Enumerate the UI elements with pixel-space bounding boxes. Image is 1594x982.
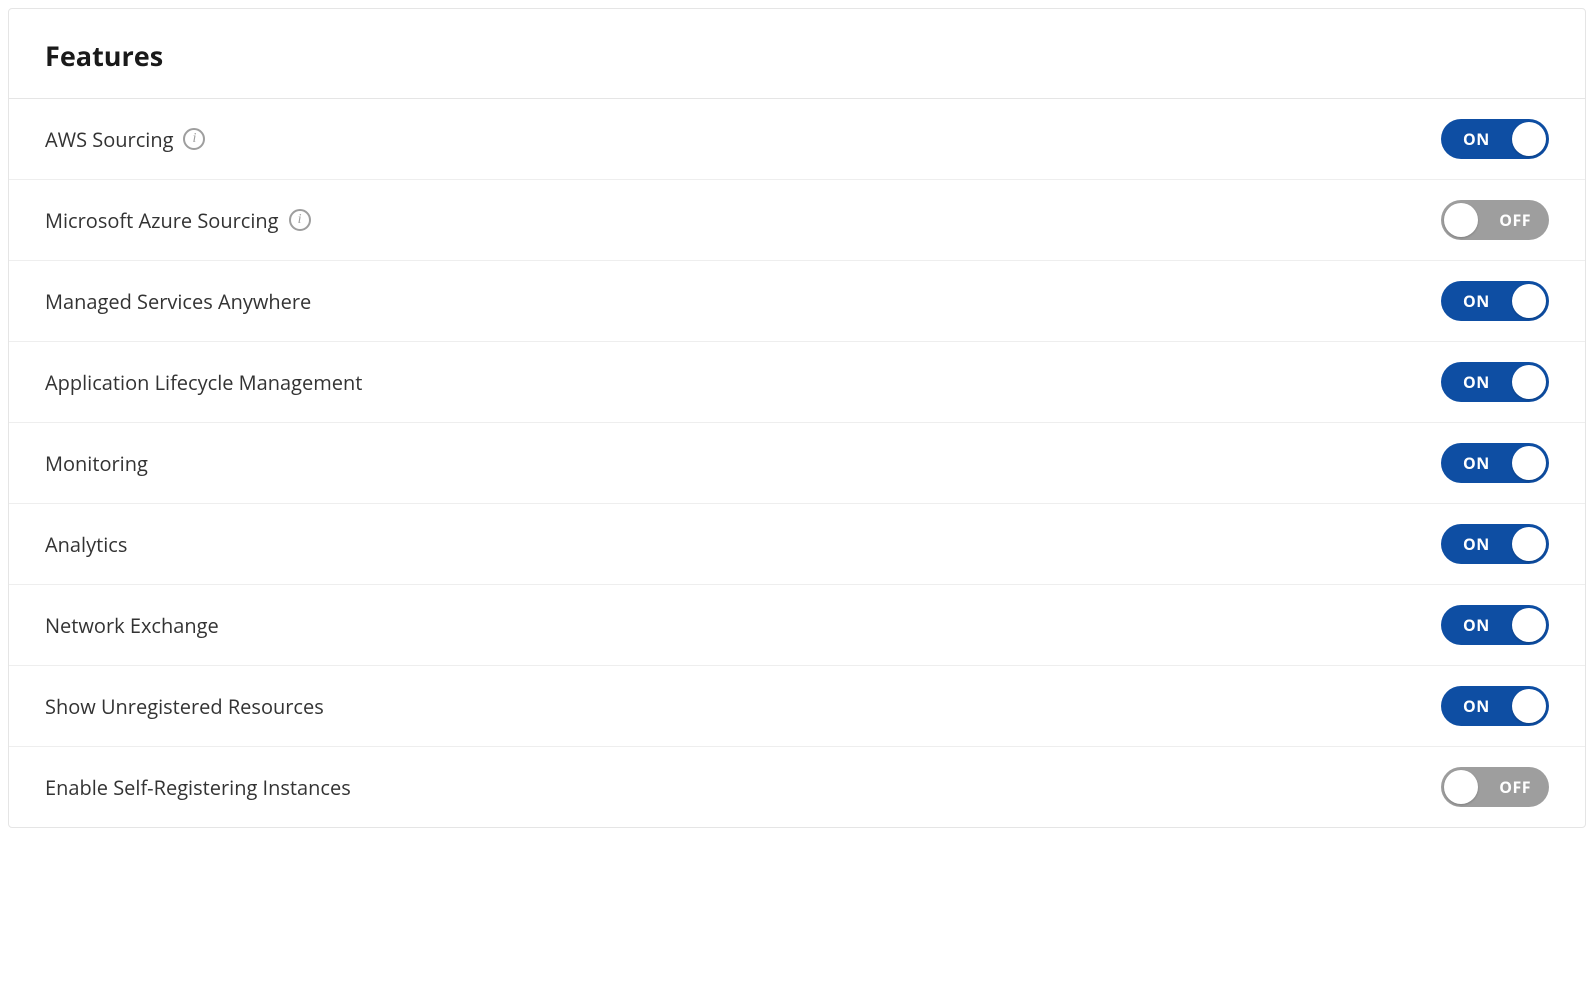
feature-label: Network Exchange [45,612,219,639]
feature-label-wrap: Managed Services Anywhere [45,288,311,315]
feature-label: Application Lifecycle Management [45,369,362,396]
toggle-state-label: ON [1463,290,1490,312]
feature-toggle[interactable]: OFF [1441,767,1549,807]
feature-list: AWS Sourcing i ON Microsoft Azure Sourcing i… [9,99,1585,827]
feature-row: Enable Self-Registering Instances OFF [9,747,1585,827]
feature-label-wrap: Monitoring [45,450,148,477]
toggle-state-label: ON [1463,695,1490,717]
feature-label-wrap: AWS Sourcing i [45,126,205,153]
feature-toggle[interactable]: ON [1441,119,1549,159]
feature-toggle[interactable]: ON [1441,281,1549,321]
toggle-state-label: OFF [1499,209,1531,231]
toggle-state-label: ON [1463,533,1490,555]
feature-toggle[interactable]: ON [1441,362,1549,402]
toggle-knob [1444,203,1478,237]
toggle-state-label: ON [1463,614,1490,636]
toggle-knob [1512,446,1546,480]
feature-row: AWS Sourcing i ON [9,99,1585,180]
feature-label: Analytics [45,531,127,558]
panel-header: Features [9,9,1585,99]
toggle-knob [1512,527,1546,561]
feature-toggle[interactable]: ON [1441,524,1549,564]
toggle-knob [1512,365,1546,399]
features-panel: Features AWS Sourcing i ON Microsoft Azure … [8,8,1586,828]
feature-row: Managed Services Anywhere ON [9,261,1585,342]
feature-label-wrap: Analytics [45,531,127,558]
toggle-state-label: ON [1463,128,1490,150]
feature-row: Analytics ON [9,504,1585,585]
panel-title: Features [45,37,1549,74]
info-icon[interactable]: i [183,128,205,150]
toggle-knob [1512,608,1546,642]
feature-label: Managed Services Anywhere [45,288,311,315]
feature-label: Show Unregistered Resources [45,693,324,720]
feature-label: Enable Self-Registering Instances [45,774,351,801]
feature-row: Microsoft Azure Sourcing i OFF [9,180,1585,261]
feature-label-wrap: Application Lifecycle Management [45,369,362,396]
feature-label-wrap: Enable Self-Registering Instances [45,774,351,801]
feature-row: Application Lifecycle Management ON [9,342,1585,423]
feature-toggle[interactable]: ON [1441,686,1549,726]
feature-toggle[interactable]: OFF [1441,200,1549,240]
feature-label: Microsoft Azure Sourcing [45,207,279,234]
toggle-knob [1512,122,1546,156]
feature-row: Network Exchange ON [9,585,1585,666]
feature-toggle[interactable]: ON [1441,605,1549,645]
info-icon[interactable]: i [289,209,311,231]
feature-label: AWS Sourcing [45,126,173,153]
toggle-knob [1512,689,1546,723]
toggle-state-label: ON [1463,452,1490,474]
feature-label-wrap: Show Unregistered Resources [45,693,324,720]
feature-row: Monitoring ON [9,423,1585,504]
feature-row: Show Unregistered Resources ON [9,666,1585,747]
toggle-state-label: ON [1463,371,1490,393]
feature-label: Monitoring [45,450,148,477]
feature-toggle[interactable]: ON [1441,443,1549,483]
toggle-state-label: OFF [1499,776,1531,798]
feature-label-wrap: Microsoft Azure Sourcing i [45,207,311,234]
feature-label-wrap: Network Exchange [45,612,219,639]
toggle-knob [1444,770,1478,804]
toggle-knob [1512,284,1546,318]
